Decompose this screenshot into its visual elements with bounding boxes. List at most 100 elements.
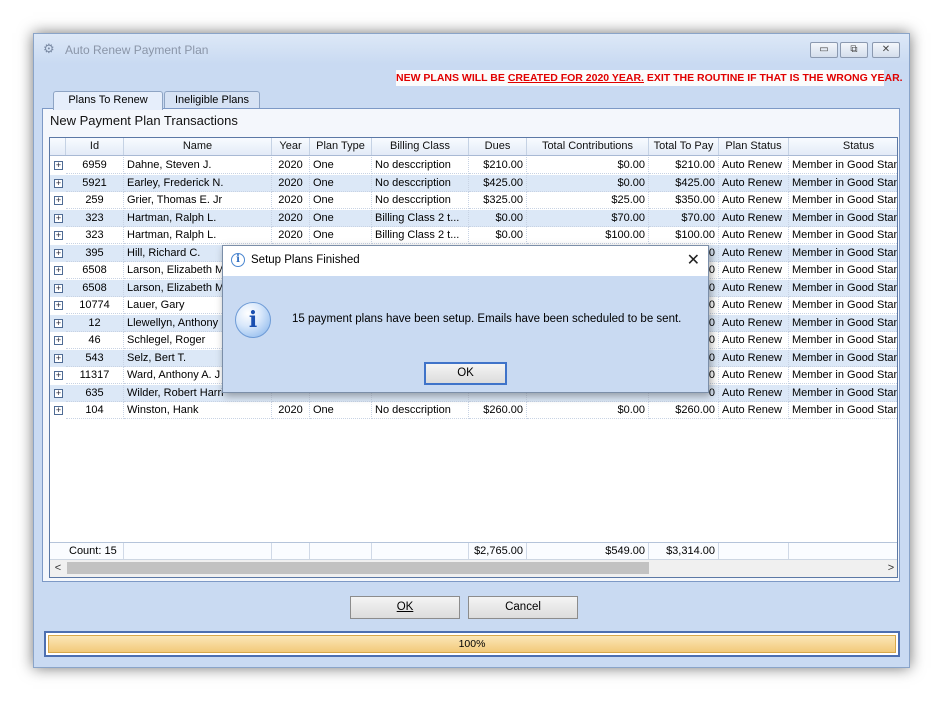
expand-row-icon[interactable]: + (54, 336, 63, 345)
cell-billing-class: No desccription (372, 174, 469, 192)
cell-plan-status: Auto Renew (719, 279, 789, 297)
expand-row-icon[interactable]: + (54, 178, 63, 188)
cell-status: Member in Good Standing (789, 367, 897, 384)
cell-plan-status: Auto Renew (719, 349, 789, 367)
cell-id: 5921 (66, 174, 124, 192)
cell-id: 6508 (66, 262, 124, 279)
cell-billing-class: No desccription (372, 402, 469, 419)
cell-status: Member in Good Standing (789, 280, 897, 297)
cell-status: Member in Good Standing (789, 315, 897, 332)
cell-plan-status: Auto Renew (719, 262, 789, 279)
expand-row-icon[interactable]: + (54, 371, 63, 380)
cell-status: Member in Good Standing (789, 227, 897, 244)
cell-total-to-pay: $210.00 (649, 157, 719, 174)
table-row[interactable]: +104 Winston, Hank 2020 One No desccription $… (50, 402, 897, 420)
cell-id: 543 (66, 349, 124, 367)
column-header-total-contributions[interactable]: Total Contributions (527, 138, 649, 155)
expand-row-icon[interactable]: + (54, 283, 63, 293)
expand-row-icon[interactable]: + (54, 231, 63, 240)
scroll-right-icon[interactable]: > (883, 560, 897, 577)
cell-id: 6508 (66, 279, 124, 297)
cell-status: Member in Good Standing (789, 192, 897, 209)
dialog-close-icon[interactable]: ✕ (687, 250, 700, 270)
dialog-ok-button[interactable]: OK (424, 362, 507, 385)
expand-row-icon[interactable]: + (54, 353, 63, 363)
cell-status: Member in Good Standing (789, 210, 897, 227)
cell-total-contributions: $70.00 (527, 209, 649, 227)
title-bar[interactable]: ⚙ Auto Renew Payment Plan ▭ ⧉ ✕ (34, 34, 909, 64)
column-header-total-to-pay[interactable]: Total To Pay (649, 138, 719, 155)
cell-name: Winston, Hank (124, 402, 272, 419)
cell-plan-type: One (310, 402, 372, 419)
expand-row-icon[interactable]: + (54, 161, 63, 170)
restore-button[interactable]: ⧉ (840, 42, 868, 58)
column-header-billing-class[interactable]: Billing Class (372, 138, 469, 155)
table-row[interactable]: +6959 Dahne, Steven J. 2020 One No desccript… (50, 157, 897, 175)
scroll-left-icon[interactable]: < (50, 560, 66, 577)
cell-status: Member in Good Standing (789, 385, 897, 402)
footer-empty-class (372, 543, 469, 560)
table-row[interactable]: +5921 Earley, Frederick N. 2020 One No descc… (50, 174, 897, 192)
column-header-id[interactable]: Id (66, 138, 124, 155)
footer-contributions: $549.00 (527, 543, 649, 560)
cell-status: Member in Good Standing (789, 297, 897, 314)
setup-finished-dialog: i Setup Plans Finished ✕ i 15 payment pl… (222, 245, 709, 393)
expand-row-icon[interactable]: + (54, 196, 63, 205)
cell-status: Member in Good Standing (789, 332, 897, 349)
cell-id: 46 (66, 332, 124, 349)
column-header-year[interactable]: Year (272, 138, 310, 155)
expand-row-icon[interactable]: + (54, 388, 63, 398)
cell-dues: $325.00 (469, 192, 527, 209)
expand-row-icon[interactable]: + (54, 266, 63, 275)
info-small-icon: i (231, 253, 245, 267)
cell-total-to-pay: $70.00 (649, 209, 719, 227)
dialog-title-bar[interactable]: i Setup Plans Finished ✕ (223, 246, 708, 276)
cancel-button[interactable]: Cancel (468, 596, 578, 619)
cell-total-to-pay: $100.00 (649, 227, 719, 244)
table-row[interactable]: +323 Hartman, Ralph L. 2020 One Billing Clas… (50, 209, 897, 227)
cell-id: 395 (66, 244, 124, 262)
cell-billing-class: Billing Class 2 t... (372, 227, 469, 244)
column-header-plan-type[interactable]: Plan Type (310, 138, 372, 155)
dialog-body: i 15 payment plans have been setup. Emai… (223, 276, 708, 392)
cell-dues: $210.00 (469, 157, 527, 174)
year-warning: NEW PLANS WILL BE CREATED FOR 2020 YEAR.… (396, 70, 903, 86)
scroll-thumb[interactable] (67, 562, 649, 574)
minimize-button[interactable]: ▭ (810, 42, 838, 58)
expand-row-icon[interactable]: + (54, 406, 63, 415)
cell-year: 2020 (272, 227, 310, 244)
cell-total-contributions: $25.00 (527, 192, 649, 209)
cell-total-contributions: $0.00 (527, 402, 649, 419)
panel-title: New Payment Plan Transactions (50, 113, 238, 128)
cell-id: 104 (66, 402, 124, 419)
column-header-status[interactable]: Status (789, 138, 897, 155)
expand-row-icon[interactable]: + (54, 248, 63, 258)
column-header-name[interactable]: Name (124, 138, 272, 155)
warning-part1: NEW PLANS WILL BE (396, 72, 508, 84)
cell-dues: $0.00 (469, 227, 527, 244)
cell-plan-type: One (310, 157, 372, 174)
column-header-plan-status[interactable]: Plan Status (719, 138, 789, 155)
expand-row-icon[interactable]: + (54, 318, 63, 328)
warning-part2: CREATED FOR 2020 YEAR. (507, 72, 644, 84)
ok-button[interactable]: OK (350, 596, 460, 619)
cell-id: 12 (66, 314, 124, 332)
cell-name: Hartman, Ralph L. (124, 227, 272, 244)
expand-row-icon[interactable]: + (54, 301, 63, 310)
tab-plans-to-renew[interactable]: Plans To Renew (53, 91, 163, 110)
cell-id: 635 (66, 384, 124, 402)
column-header-dues[interactable]: Dues (469, 138, 527, 155)
table-row[interactable]: +323 Hartman, Ralph L. 2020 One Billing Clas… (50, 227, 897, 245)
tab-ineligible-plans[interactable]: Ineligible Plans (164, 91, 260, 109)
cell-year: 2020 (272, 192, 310, 209)
cell-dues: $425.00 (469, 174, 527, 192)
close-button[interactable]: ✕ (872, 42, 900, 58)
table-row[interactable]: +259 Grier, Thomas E. Jr 2020 One No desccri… (50, 192, 897, 210)
expand-row-icon[interactable]: + (54, 213, 63, 223)
cell-status: Member in Good Standing (789, 262, 897, 279)
horizontal-scrollbar[interactable]: < > (50, 559, 897, 577)
cell-id: 10774 (66, 297, 124, 314)
footer-count: Count: 15 (66, 543, 124, 560)
cell-plan-status: Auto Renew (719, 227, 789, 244)
cancel-button-label: Cancel (505, 601, 541, 613)
